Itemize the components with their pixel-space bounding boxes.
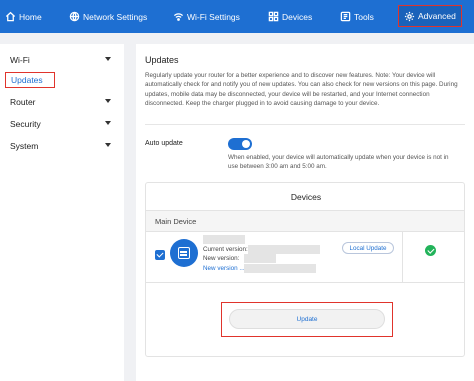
sidebar: Wi-Fi Updates Router Security System [0, 44, 124, 381]
nav-home[interactable]: Home [5, 0, 42, 33]
router-icon [170, 239, 198, 267]
nav-home-label: Home [19, 11, 42, 22]
nav-tools-label: Tools [354, 11, 374, 22]
nav-advanced[interactable]: Advanced [398, 5, 462, 27]
sidebar-group-wifi[interactable]: Wi-Fi [0, 51, 124, 69]
current-version-label: Current version: [203, 246, 248, 253]
auto-update-description: When enabled, your device will automatic… [228, 154, 449, 170]
device-row: Current version: New version: New versio… [146, 231, 464, 283]
current-version-redacted [248, 245, 320, 254]
chevron-down-icon [105, 121, 111, 125]
page-title: Updates [145, 55, 179, 65]
network-icon [69, 11, 80, 22]
new-version-redacted [244, 254, 276, 263]
sidebar-item-updates[interactable]: Updates [5, 72, 55, 88]
chevron-down-icon [105, 99, 111, 103]
chevron-down-icon [105, 143, 111, 147]
gear-icon [404, 11, 415, 21]
tools-icon [340, 11, 351, 22]
toggle-knob [242, 140, 250, 148]
sidebar-item-updates-label: Updates [11, 75, 43, 85]
check-circle-icon [425, 245, 436, 256]
top-nav-bar: Home Network Settings Wi-Fi Settings Dev… [0, 0, 474, 33]
device-name-redacted [203, 235, 245, 244]
nav-network-settings-label: Network Settings [83, 11, 148, 22]
auto-update-toggle[interactable] [228, 138, 252, 150]
sidebar-group-security-label: Security [10, 119, 41, 129]
updates-panel: Updates Regularly update your router for… [136, 44, 474, 381]
new-version-link[interactable]: New version ... [203, 265, 245, 272]
nav-advanced-label: Advanced [418, 11, 456, 21]
sidebar-group-router-label: Router [10, 97, 36, 107]
sidebar-group-system[interactable]: System [0, 137, 124, 155]
device-checkbox[interactable] [155, 250, 165, 260]
wifi-icon [173, 13, 184, 21]
nav-network-settings[interactable]: Network Settings [69, 0, 147, 33]
auto-update-label: Auto update [145, 140, 183, 147]
sidebar-group-security[interactable]: Security [0, 115, 124, 133]
main-device-label: Main Device [155, 217, 197, 226]
nav-wifi-settings-label: Wi-Fi Settings [187, 11, 240, 22]
chevron-down-icon [105, 57, 111, 61]
updates-description: Regularly update your router for a bette… [145, 72, 458, 107]
main-device-section: Main Device [146, 211, 464, 231]
nav-wifi-settings[interactable]: Wi-Fi Settings [173, 0, 240, 33]
home-icon [5, 11, 16, 22]
nav-devices[interactable]: Devices [268, 0, 312, 33]
column-divider [402, 232, 403, 282]
new-version-link-redacted [244, 264, 316, 273]
nav-devices-label: Devices [282, 11, 313, 22]
sidebar-group-wifi-label: Wi-Fi [10, 55, 30, 65]
update-button[interactable]: Update [229, 309, 385, 329]
divider [145, 124, 465, 125]
new-version-label: New version: [203, 255, 240, 262]
local-update-button[interactable]: Local Update [342, 242, 394, 254]
devices-card-title: Devices [290, 192, 322, 202]
sidebar-group-router[interactable]: Router [0, 93, 124, 111]
devices-card: Devices Main Device Current version: New… [145, 182, 465, 357]
sidebar-group-system-label: System [10, 141, 39, 151]
devices-icon [268, 11, 279, 22]
nav-tools[interactable]: Tools [340, 0, 374, 33]
